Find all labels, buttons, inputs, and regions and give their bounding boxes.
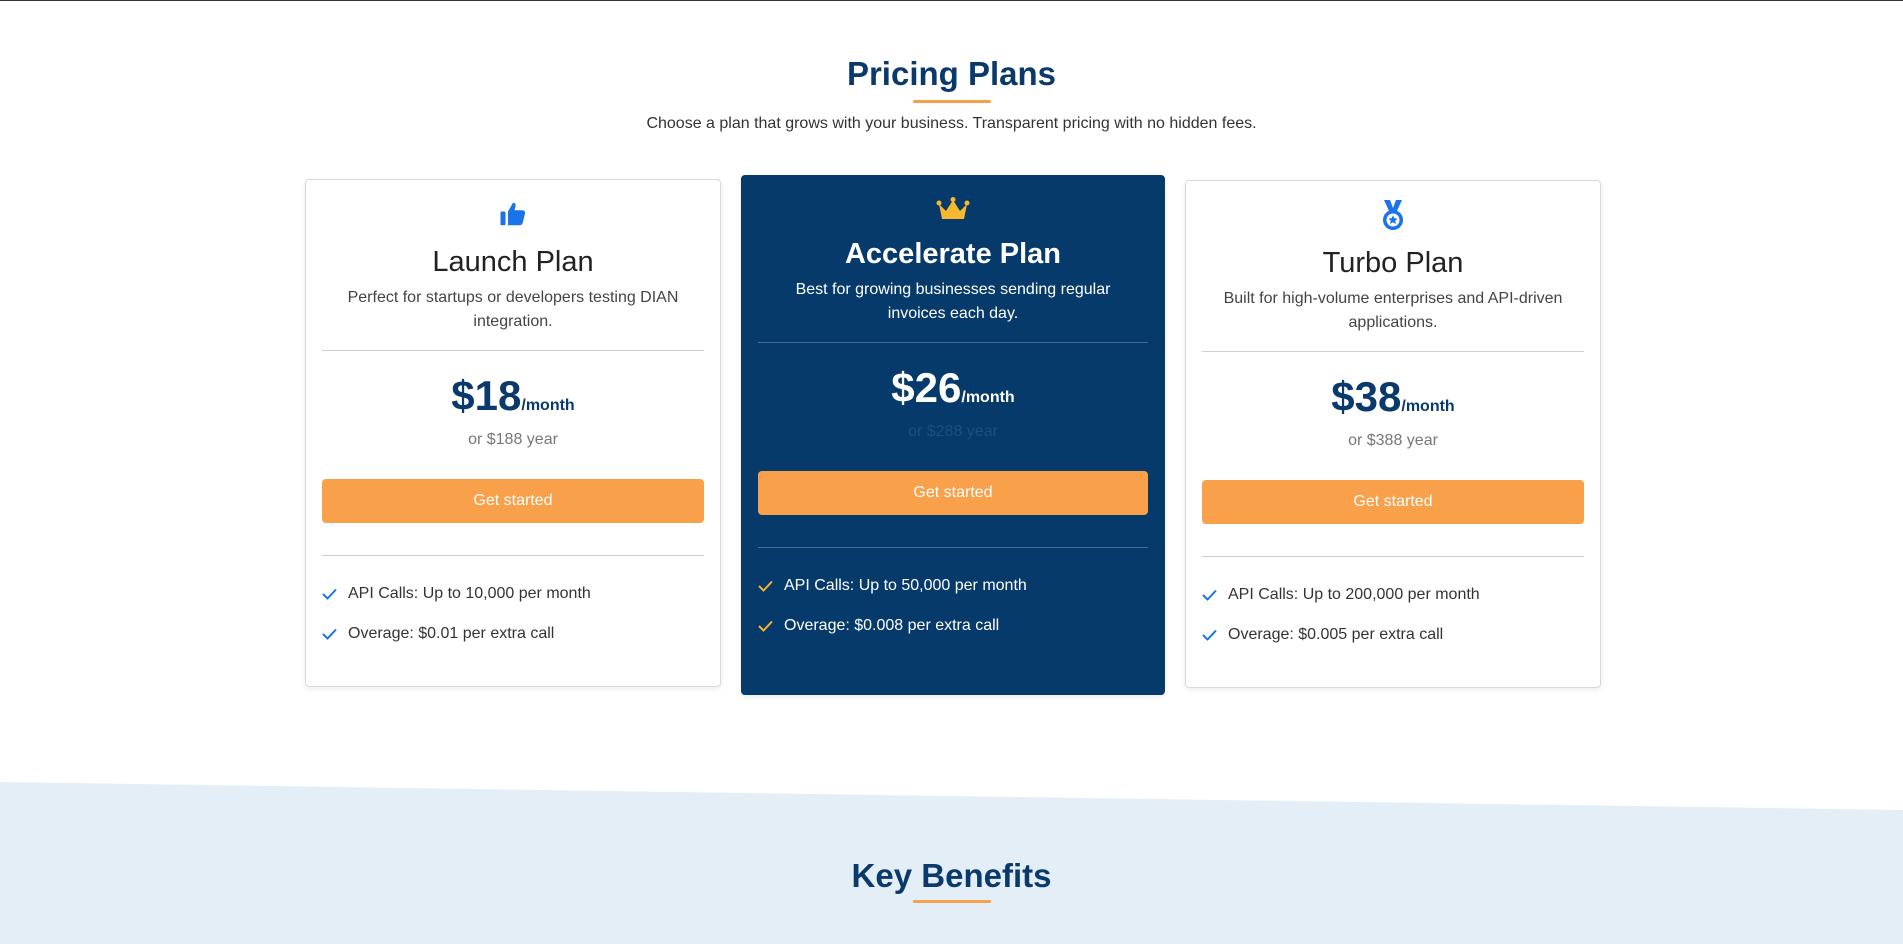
feature-text: API Calls: Up to 10,000 per month <box>348 585 591 602</box>
feature-item: Overage: $0.008 per extra call <box>758 606 1148 646</box>
get-started-button[interactable]: Get started <box>1202 480 1584 524</box>
feature-list: API Calls: Up to 50,000 per month Overag… <box>758 566 1148 646</box>
price-period: /month <box>521 397 575 414</box>
divider <box>758 547 1148 548</box>
divider <box>758 342 1148 343</box>
section-title: Pricing Plans <box>846 55 1057 92</box>
price-amount: $26 <box>891 364 962 411</box>
plan-title: Turbo Plan <box>1322 247 1464 279</box>
price-yearly: or $188 year <box>468 431 558 448</box>
feature-text: Overage: $0.01 per extra call <box>348 625 555 642</box>
price-period: /month <box>961 389 1015 406</box>
feature-item: API Calls: Up to 10,000 per month <box>322 574 704 614</box>
price-yearly: or $388 year <box>1348 432 1438 449</box>
divider <box>322 350 704 351</box>
price: $26/month <box>742 365 1164 421</box>
plan-card-turbo: Turbo Plan Built for high-volume enterpr… <box>1185 180 1601 688</box>
plan-card-accelerate: Accelerate Plan Best for growing busines… <box>741 175 1165 695</box>
plan-description: Built for high-volume enterprises and AP… <box>1223 290 1563 331</box>
plan-description: Best for growing businesses sending regu… <box>795 281 1111 322</box>
plan-description: Perfect for startups or developers testi… <box>347 289 679 330</box>
get-started-button[interactable]: Get started <box>758 471 1148 515</box>
divider <box>322 555 704 556</box>
medal-icon <box>1186 195 1600 235</box>
feature-item: Overage: $0.005 per extra call <box>1202 615 1584 655</box>
plan-card-launch: Launch Plan Perfect for startups or deve… <box>305 179 721 687</box>
feature-text: Overage: $0.005 per extra call <box>1228 626 1444 643</box>
feature-item: API Calls: Up to 200,000 per month <box>1202 575 1584 615</box>
price-amount: $18 <box>451 372 522 419</box>
divider <box>1202 556 1584 557</box>
benefits-title: Key Benefits <box>851 857 1052 894</box>
check-icon <box>758 580 784 592</box>
plan-title: Launch Plan <box>432 246 594 278</box>
price-period: /month <box>1401 398 1455 415</box>
feature-text: API Calls: Up to 50,000 per month <box>784 577 1027 594</box>
benefits-header: Key Benefits <box>0 856 1903 903</box>
feature-text: API Calls: Up to 200,000 per month <box>1228 586 1480 603</box>
thumbs-up-icon <box>306 194 720 234</box>
get-started-button[interactable]: Get started <box>322 479 704 523</box>
title-underline <box>912 100 991 103</box>
feature-item: API Calls: Up to 50,000 per month <box>758 566 1148 606</box>
check-icon <box>1202 589 1228 601</box>
plan-title: Accelerate Plan <box>844 238 1061 270</box>
price: $38/month <box>1186 374 1600 430</box>
check-icon <box>322 588 348 600</box>
feature-list: API Calls: Up to 200,000 per month Overa… <box>1202 575 1584 655</box>
section-subtitle: Choose a plan that grows with your busin… <box>646 115 1257 132</box>
divider <box>1202 351 1584 352</box>
feature-text: Overage: $0.008 per extra call <box>784 617 1000 634</box>
check-icon <box>758 620 784 632</box>
feature-item: Overage: $0.01 per extra call <box>322 614 704 654</box>
price-amount: $38 <box>1331 373 1402 420</box>
price-yearly: or $288 year <box>908 423 998 440</box>
top-divider <box>0 0 1903 1</box>
feature-list: API Calls: Up to 10,000 per month Overag… <box>322 574 704 654</box>
price: $18/month <box>306 373 720 429</box>
title-underline <box>912 900 991 903</box>
pricing-header: Pricing Plans Choose a plan that grows w… <box>0 52 1903 133</box>
check-icon <box>322 628 348 640</box>
crown-icon <box>742 190 1164 230</box>
check-icon <box>1202 629 1228 641</box>
